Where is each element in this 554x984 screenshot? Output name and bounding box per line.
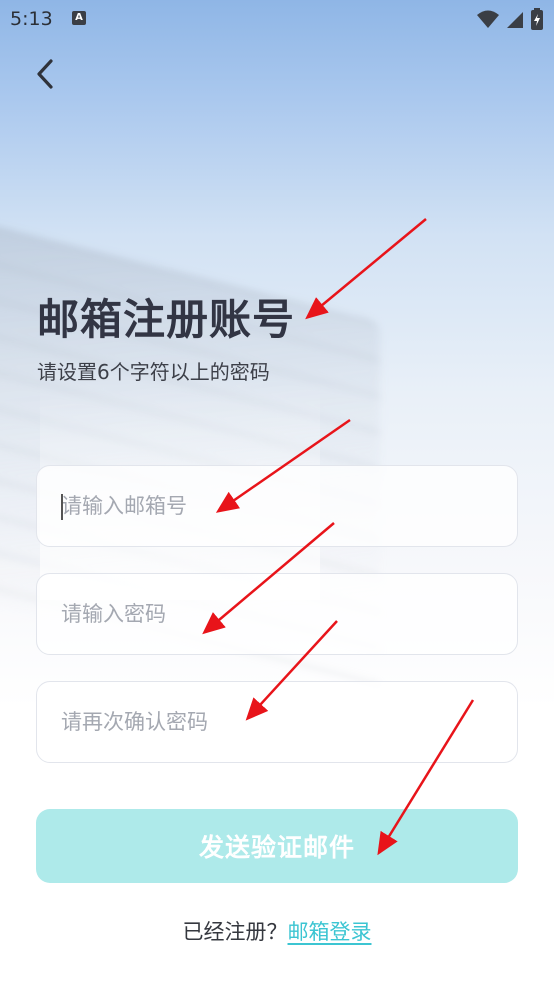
battery-icon <box>531 8 543 30</box>
password-input[interactable] <box>61 574 491 654</box>
chevron-left-icon <box>37 59 53 89</box>
page-subtitle: 请设置6个字符以上的密码 <box>37 360 270 384</box>
email-field-box[interactable] <box>36 465 518 547</box>
notification-a-icon: A <box>72 11 86 25</box>
password-field-box[interactable] <box>36 573 518 655</box>
confirm-password-field-box[interactable] <box>36 681 518 763</box>
signal-icon <box>506 12 523 28</box>
registration-screen: 5:13 A 邮箱注册账号 请设置6个字符以上的密码 请输入邮箱号 发送验证邮件… <box>0 0 554 984</box>
annotation-arrow-title <box>305 218 427 320</box>
wifi-icon <box>476 10 499 28</box>
status-time: 5:13 <box>10 8 53 30</box>
status-bar: 5:13 A <box>0 0 554 38</box>
text-caret <box>61 494 63 520</box>
footer: 已经注册？邮箱登录 <box>0 916 554 946</box>
email-input[interactable] <box>61 466 491 546</box>
status-icons <box>476 8 544 30</box>
send-verification-email-button[interactable]: 发送验证邮件 <box>36 809 518 883</box>
page-title: 邮箱注册账号 <box>37 295 296 344</box>
already-registered-text: 已经注册？ <box>182 920 288 944</box>
confirm-password-input[interactable] <box>61 682 491 762</box>
email-login-link[interactable]: 邮箱登录 <box>288 920 372 944</box>
back-button[interactable] <box>26 54 66 94</box>
